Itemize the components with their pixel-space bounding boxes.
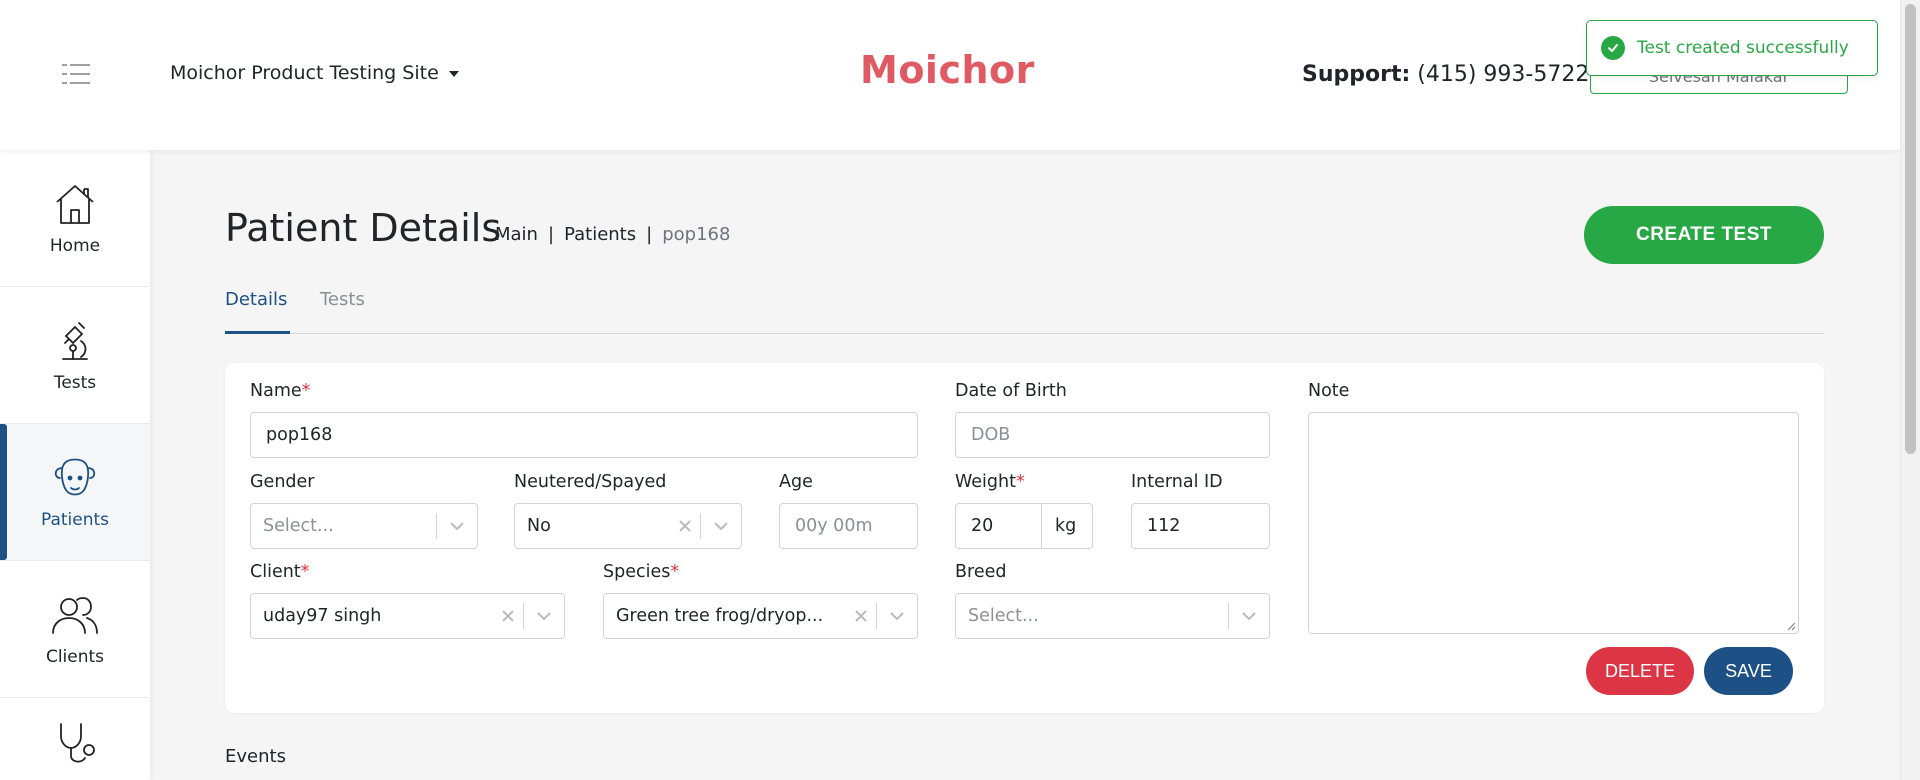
neutered-value: No	[527, 516, 551, 536]
patient-form-card: Name* Date of Birth Note pop168 DOB Gend…	[225, 363, 1824, 713]
breed-label: Breed	[955, 562, 1007, 582]
sidebar-item-vets[interactable]	[0, 698, 150, 780]
sidebar-item-tests[interactable]: Tests	[0, 287, 150, 424]
breadcrumb-current: pop168	[662, 224, 731, 245]
sidebar-item-patients[interactable]: Patients	[0, 424, 150, 561]
species-label: Species*	[603, 562, 680, 582]
sidebar-label-patients: Patients	[40, 510, 110, 530]
menu-toggle-icon[interactable]	[62, 64, 90, 84]
site-name: Moichor Product Testing Site	[170, 62, 439, 84]
events-heading: Events	[225, 746, 286, 767]
support-phone: Support: (415) 993-5722	[1302, 62, 1589, 87]
dob-label: Date of Birth	[955, 381, 1067, 401]
age-label: Age	[779, 472, 813, 492]
client-value: uday97 singh	[263, 606, 382, 626]
resize-handle-icon[interactable]	[1786, 621, 1796, 631]
neutered-label: Neutered/Spayed	[514, 472, 667, 492]
site-selector[interactable]: Moichor Product Testing Site	[170, 62, 459, 84]
stethoscope-icon	[60, 723, 95, 763]
note-label: Note	[1308, 381, 1350, 401]
sidebar-label-home: Home	[49, 236, 101, 256]
gender-label: Gender	[250, 472, 315, 492]
internal-id-label: Internal ID	[1131, 472, 1223, 492]
caret-down-icon	[448, 71, 459, 77]
home-icon	[56, 185, 94, 224]
gender-select[interactable]: Select...	[250, 503, 478, 549]
breadcrumb-separator: |	[547, 224, 555, 245]
active-indicator	[0, 424, 7, 560]
page-title: Patient Details	[225, 206, 502, 250]
sidebar-item-home[interactable]: Home	[0, 150, 150, 287]
chevron-down-icon[interactable]	[524, 611, 564, 621]
breadcrumb-separator: |	[646, 224, 653, 245]
sidebar-label-tests: Tests	[53, 373, 97, 393]
gender-value: Select...	[263, 516, 334, 536]
species-select[interactable]: Green tree frog/dryop...	[603, 593, 918, 639]
internal-id-input[interactable]: 112	[1131, 503, 1270, 549]
sheep-icon	[54, 458, 96, 496]
create-test-button[interactable]: CREATE TEST	[1584, 206, 1824, 264]
chevron-down-icon[interactable]	[1229, 611, 1269, 621]
client-label: Client*	[250, 562, 310, 582]
support-label: Support:	[1302, 62, 1411, 87]
note-textarea[interactable]	[1308, 412, 1799, 634]
chevron-down-icon[interactable]	[701, 521, 741, 531]
weight-unit: kg	[1041, 503, 1093, 549]
name-label: Name*	[250, 381, 311, 401]
age-input[interactable]: 00y 00m	[779, 503, 918, 549]
success-toast: Test created successfully	[1586, 20, 1878, 76]
clear-icon[interactable]	[846, 610, 876, 622]
sidebar-label-clients: Clients	[45, 647, 105, 667]
clear-icon[interactable]	[493, 610, 523, 622]
save-button[interactable]: SAVE	[1704, 647, 1793, 695]
tab-details[interactable]: Details	[225, 288, 290, 334]
tab-tests[interactable]: Tests	[320, 288, 365, 334]
tab-bar: Details Tests	[225, 288, 1824, 334]
weight-label: Weight*	[955, 472, 1025, 492]
sidebar: Home Tests Patients Clients	[0, 150, 150, 780]
check-circle-icon	[1601, 36, 1625, 60]
microscope-icon	[62, 322, 88, 360]
toast-message: Test created successfully	[1637, 38, 1849, 58]
breadcrumb: Main | Patients | pop168	[495, 224, 730, 245]
support-number: (415) 993-5722	[1417, 62, 1590, 87]
chevron-down-icon[interactable]	[877, 611, 917, 621]
breed-select[interactable]: Select...	[955, 593, 1270, 639]
neutered-select[interactable]: No	[514, 503, 742, 549]
breadcrumb-main[interactable]: Main	[495, 224, 538, 245]
species-value: Green tree frog/dryop...	[616, 606, 824, 626]
moichor-logo: Moichor	[860, 48, 1035, 92]
delete-button[interactable]: DELETE	[1586, 647, 1694, 695]
main-content: Patient Details Main | Patients | pop168…	[150, 150, 1900, 780]
weight-input[interactable]: 20	[955, 503, 1042, 549]
breed-value: Select...	[968, 606, 1039, 626]
clear-icon[interactable]	[670, 520, 700, 532]
scrollbar-thumb[interactable]	[1905, 4, 1916, 454]
chevron-down-icon[interactable]	[437, 521, 477, 531]
clients-icon	[52, 597, 98, 634]
client-select[interactable]: uday97 singh	[250, 593, 565, 639]
sidebar-item-clients[interactable]: Clients	[0, 561, 150, 698]
dob-input[interactable]: DOB	[955, 412, 1270, 458]
name-input[interactable]: pop168	[250, 412, 918, 458]
breadcrumb-patients[interactable]: Patients	[564, 224, 636, 245]
page-scrollbar[interactable]	[1900, 0, 1920, 780]
